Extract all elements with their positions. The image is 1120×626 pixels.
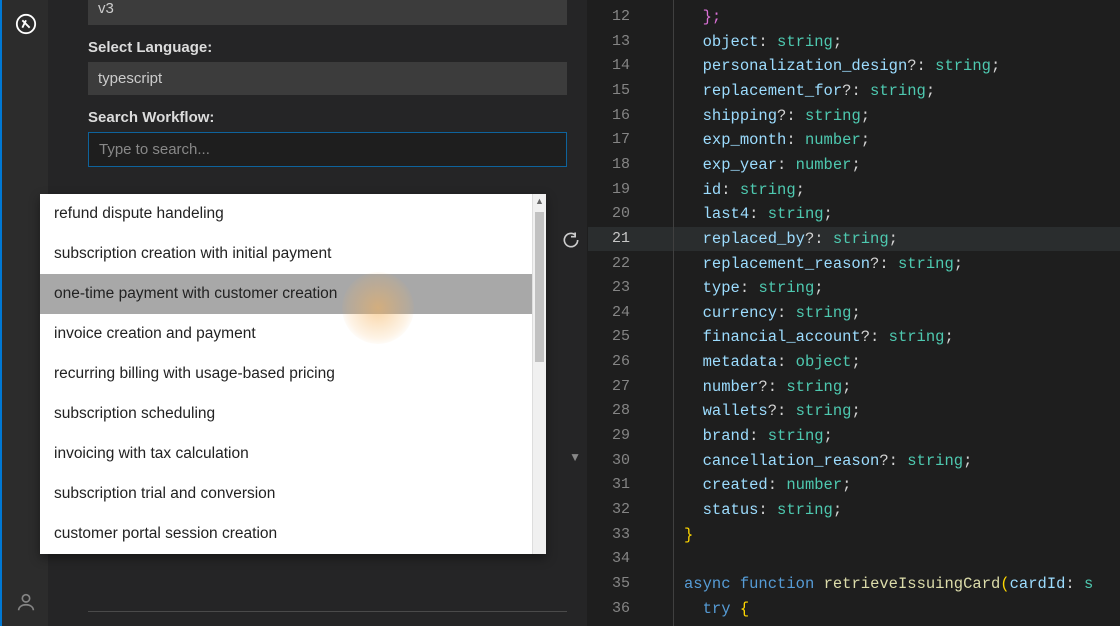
version-select[interactable]: v3 [88, 0, 567, 25]
line-number: 31 [588, 473, 648, 498]
workflow-option[interactable]: invoice creation and payment [40, 314, 546, 354]
line-number: 33 [588, 523, 648, 548]
line-number: 36 [588, 597, 648, 622]
workflow-option[interactable]: one-time payment with customer creation [40, 274, 546, 314]
line-number: 21 [588, 227, 648, 252]
accounts-icon[interactable] [2, 578, 50, 626]
workflow-option[interactable]: recurring billing with usage-based prici… [40, 354, 546, 394]
code-line: shipping?: string; [684, 104, 870, 129]
code-line: cancellation_reason?: string; [684, 449, 972, 474]
code-line: exp_month: number; [684, 128, 870, 153]
line-number: 17 [588, 128, 648, 153]
code-line: } [684, 523, 693, 548]
line-number: 12 [588, 5, 648, 30]
line-number: 19 [588, 178, 648, 203]
code-line: financial_account?: string; [684, 325, 954, 350]
line-number: 15 [588, 79, 648, 104]
language-select[interactable]: typescript [88, 62, 567, 95]
scroll-up-icon[interactable]: ▲ [533, 194, 546, 208]
code-line: number?: string; [684, 375, 851, 400]
select-language-label: Select Language: [88, 39, 567, 56]
chevron-down-icon[interactable]: ▼ [569, 450, 581, 464]
code-line: async function retrieveIssuingCard(cardI… [684, 572, 1093, 597]
search-workflow-label: Search Workflow: [88, 109, 567, 126]
code-line: replacement_for?: string; [684, 79, 935, 104]
code-line: id: string; [684, 178, 805, 203]
code-line: wallets?: string; [684, 399, 861, 424]
workflow-option[interactable]: invoicing with tax calculation [40, 434, 546, 474]
code-line: currency: string; [684, 301, 861, 326]
refresh-icon[interactable] [561, 230, 581, 255]
line-number: 32 [588, 498, 648, 523]
divider [88, 611, 567, 612]
line-number: 22 [588, 252, 648, 277]
workflow-option[interactable]: subscription creation with initial payme… [40, 234, 546, 274]
workflow-option[interactable]: subscription trial and conversion [40, 474, 546, 514]
search-workflow-input[interactable] [88, 132, 567, 167]
extension-logo-icon[interactable] [2, 0, 50, 48]
workflow-option[interactable]: subscription scheduling [40, 394, 546, 434]
line-number: 29 [588, 424, 648, 449]
line-number: 27 [588, 375, 648, 400]
line-number: 24 [588, 301, 648, 326]
code-line: type: string; [684, 276, 824, 301]
line-number: 25 [588, 325, 648, 350]
code-line: brand: string; [684, 424, 833, 449]
line-number: 35 [588, 572, 648, 597]
line-number: 23 [588, 276, 648, 301]
code-line: }; [684, 5, 721, 30]
code-line: status: string; [684, 498, 842, 523]
code-line: personalization_design?: string; [684, 54, 1000, 79]
code-line: exp_year: number; [684, 153, 861, 178]
line-number: 14 [588, 54, 648, 79]
gutter-border [673, 0, 674, 626]
code-line: created: number; [684, 473, 851, 498]
line-number: 20 [588, 202, 648, 227]
workflow-option[interactable]: customer portal session creation [40, 514, 546, 554]
code-line: metadata: object; [684, 350, 861, 375]
line-number: 16 [588, 104, 648, 129]
line-number: 13 [588, 30, 648, 55]
line-number: 34 [588, 547, 648, 572]
code-line: try { [684, 597, 749, 622]
line-number: 26 [588, 350, 648, 375]
workflow-option[interactable]: refund dispute handeling [40, 194, 546, 234]
code-editor[interactable]: 1213141516171819202122232425262728293031… [588, 0, 1120, 626]
workflow-dropdown: ▲ refund dispute handelingsubscription c… [40, 194, 546, 554]
scrollbar-thumb[interactable] [535, 212, 544, 362]
line-number: 28 [588, 399, 648, 424]
code-line: last4: string; [684, 202, 833, 227]
code-line: object: string; [684, 30, 842, 55]
dropdown-scrollbar[interactable]: ▲ [532, 194, 546, 554]
line-number: 18 [588, 153, 648, 178]
code-line: replaced_by?: string; [684, 227, 898, 252]
code-line: replacement_reason?: string; [684, 252, 963, 277]
line-number: 30 [588, 449, 648, 474]
